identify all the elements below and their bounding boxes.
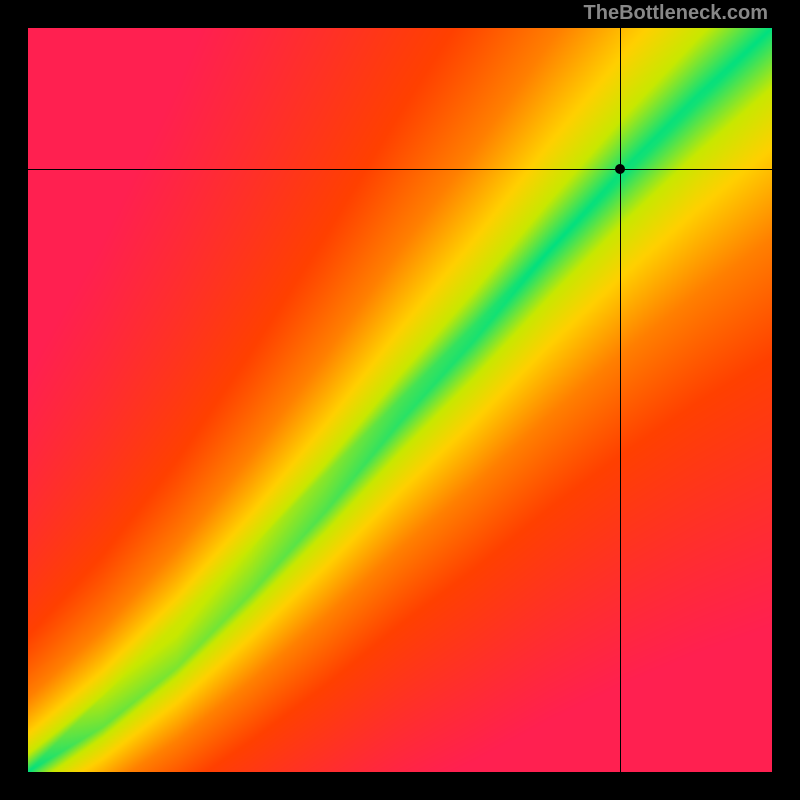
crosshair-vertical [620,28,621,772]
crosshair-horizontal [28,169,772,170]
heatmap-plot [28,28,772,772]
data-point-marker [615,164,625,174]
heatmap-canvas [28,28,772,772]
watermark-text: TheBottleneck.com [584,2,768,25]
